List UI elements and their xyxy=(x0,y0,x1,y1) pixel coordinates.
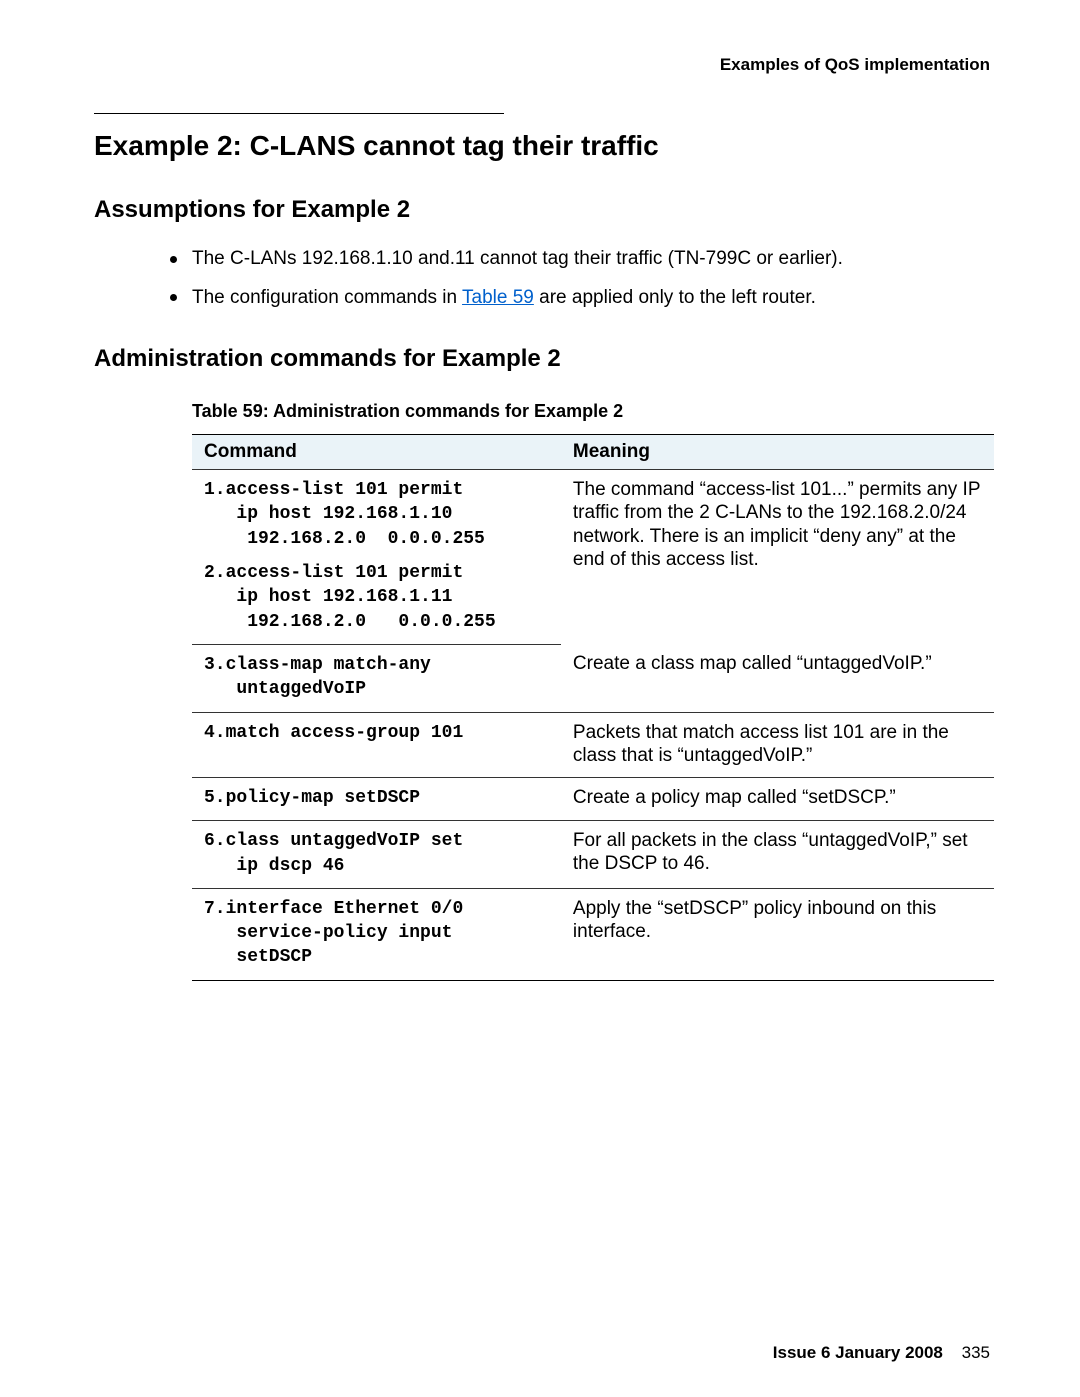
table-link[interactable]: Table 59 xyxy=(462,287,534,308)
table-row: 4.match access-group 101 Packets that ma… xyxy=(192,712,994,777)
cell-meaning: Apply the “setDSCP” policy inbound on th… xyxy=(561,888,994,980)
cell-command: 4.match access-group 101 xyxy=(192,712,561,777)
cell-meaning: The command “access-list 101...” permits… xyxy=(561,470,994,645)
footer-issue: Issue 6 January 2008 xyxy=(773,1343,943,1362)
th-meaning: Meaning xyxy=(561,435,994,470)
command-text: 7.interface Ethernet 0/0 service-policy … xyxy=(204,897,551,970)
running-head: Examples of QoS implementation xyxy=(94,55,990,75)
list-item: The configuration commands in Table 59 a… xyxy=(176,285,990,312)
list-item: The C-LANs 192.168.1.10 and.11 cannot ta… xyxy=(176,246,990,273)
commands-table: Command Meaning 1.access-list 101 permit… xyxy=(192,434,994,981)
table-header-row: Command Meaning xyxy=(192,435,994,470)
command-text: 1.access-list 101 permit ip host 192.168… xyxy=(204,478,551,551)
command-text: 6.class untaggedVoIP set ip dscp 46 xyxy=(204,829,551,878)
cell-command: 3.class-map match-any untaggedVoIP xyxy=(192,644,561,712)
command-text: 4.match access-group 101 xyxy=(204,721,551,745)
bullet-text-pre: The configuration commands in xyxy=(192,287,462,308)
command-text: 2.access-list 101 permit ip host 192.168… xyxy=(204,561,551,634)
cell-meaning: For all packets in the class “untaggedVo… xyxy=(561,821,994,889)
cell-meaning: Create a policy map called “setDSCP.” xyxy=(561,777,994,820)
footer-page-number: 335 xyxy=(962,1343,990,1362)
table-wrap: Table 59: Administration commands for Ex… xyxy=(192,401,994,981)
assumptions-list: The C-LANs 192.168.1.10 and.11 cannot ta… xyxy=(94,246,990,311)
cell-meaning: Create a class map called “untaggedVoIP.… xyxy=(561,644,994,712)
assumptions-heading: Assumptions for Example 2 xyxy=(94,196,990,224)
section-rule xyxy=(94,113,504,114)
page-title: Example 2: C-LANS cannot tag their traff… xyxy=(94,130,990,162)
bullet-text: The C-LANs 192.168.1.10 and.11 cannot ta… xyxy=(192,248,843,269)
cell-command: 7.interface Ethernet 0/0 service-policy … xyxy=(192,888,561,980)
cell-command: 5.policy-map setDSCP xyxy=(192,777,561,820)
table-row: 3.class-map match-any untaggedVoIP Creat… xyxy=(192,644,994,712)
bullet-text-post: are applied only to the left router. xyxy=(534,287,816,308)
table-row: 6.class untaggedVoIP set ip dscp 46 For … xyxy=(192,821,994,889)
page: Examples of QoS implementation Example 2… xyxy=(0,0,1080,1397)
cell-command: 2.access-list 101 permit ip host 192.168… xyxy=(192,553,561,644)
admin-heading: Administration commands for Example 2 xyxy=(94,345,990,373)
table-row: 1.access-list 101 permit ip host 192.168… xyxy=(192,470,994,553)
cell-meaning: Packets that match access list 101 are i… xyxy=(561,712,994,777)
table-row: 7.interface Ethernet 0/0 service-policy … xyxy=(192,888,994,980)
command-text: 5.policy-map setDSCP xyxy=(204,786,551,810)
page-footer: Issue 6 January 2008 335 xyxy=(773,1343,990,1363)
cell-command: 1.access-list 101 permit ip host 192.168… xyxy=(192,470,561,553)
cell-command: 6.class untaggedVoIP set ip dscp 46 xyxy=(192,821,561,889)
command-text: 3.class-map match-any untaggedVoIP xyxy=(204,653,551,702)
table-row: 5.policy-map setDSCP Create a policy map… xyxy=(192,777,994,820)
table-caption: Table 59: Administration commands for Ex… xyxy=(192,401,994,422)
th-command: Command xyxy=(192,435,561,470)
